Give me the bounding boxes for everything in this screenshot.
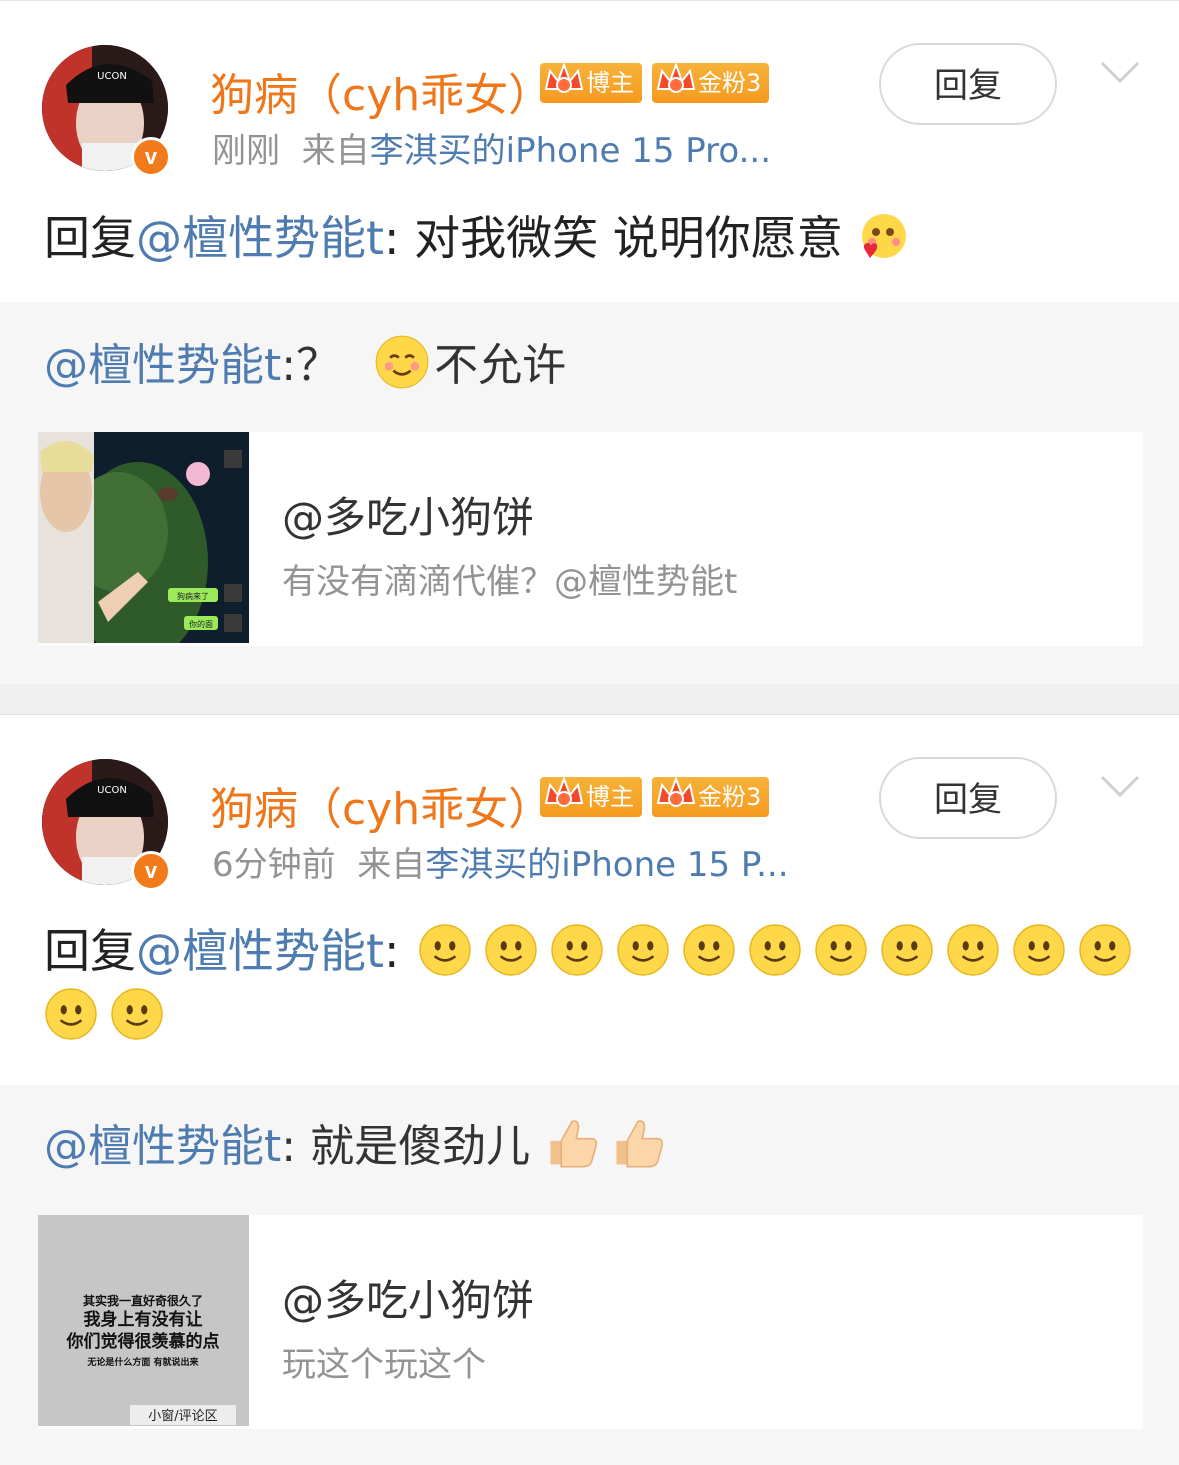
divider xyxy=(0,684,1179,715)
blogger-badge[interactable]: 博主 xyxy=(540,776,642,817)
timestamp: 刚刚 xyxy=(212,131,280,171)
link-card[interactable]: 其实我一直好奇很久了 我身上有没有让 你们觉得很羡慕的点 无论是什么方面 有就说… xyxy=(38,1215,1143,1429)
card-thumbnail: 其实我一直好奇很久了 我身上有没有让 你们觉得很羡慕的点 无论是什么方面 有就说… xyxy=(38,1215,249,1426)
post-meta: 6分钟前 来自李淇买的iPhone 15 P... xyxy=(212,837,789,886)
verified-icon: v xyxy=(131,851,171,891)
source-prefix: 来自 xyxy=(301,131,370,171)
thumbs-up-icon xyxy=(550,1120,598,1168)
smile-emoji-icon xyxy=(1012,924,1065,976)
crown-icon xyxy=(656,776,696,807)
card-description: 玩这个玩这个 xyxy=(282,1345,486,1385)
username[interactable]: 狗病（cyh乖女） xyxy=(210,773,552,837)
smile-emoji-icon xyxy=(616,924,669,976)
card-description: 有没有滴滴代催？@檀性势能t xyxy=(282,562,738,602)
source-prefix: 来自 xyxy=(357,845,426,885)
post-2: UCON v 狗病（cyh乖女） 博主 金粉3 6分钟前 来自李淇买的iPhon… xyxy=(0,715,1179,1085)
verified-icon: v xyxy=(131,137,171,177)
comment-body: 回复@檀性势能t: 对我微笑 说明你愿意 xyxy=(44,206,923,270)
svg-text:小窗/评论区: 小窗/评论区 xyxy=(148,1408,217,1424)
crown-icon xyxy=(544,776,584,807)
username[interactable]: 狗病（cyh乖女） xyxy=(210,59,552,123)
svg-text:UCON: UCON xyxy=(97,785,127,796)
crown-icon xyxy=(544,62,584,93)
smile-emoji-icon xyxy=(375,335,429,389)
quoted-comment-2: @檀性势能t: 就是傻劲儿 其实我一直好奇很久了 我身上有没有让 你们觉得很羡慕… xyxy=(0,1085,1179,1465)
smile-emoji-icon xyxy=(418,924,471,976)
mention-link[interactable]: @檀性势能t xyxy=(136,211,384,265)
fan-badge[interactable]: 金粉3 xyxy=(652,62,770,103)
svg-text:无论是什么方面 有就说出来: 无论是什么方面 有就说出来 xyxy=(86,1356,199,1368)
post-1: UCON v 狗病（cyh乖女） 博主 金粉3 刚刚 来自李淇买的iPhone … xyxy=(0,0,1179,303)
smile-emoji-icon xyxy=(748,924,801,976)
svg-text:狗病来了: 狗病来了 xyxy=(177,591,209,601)
thumbs-up-icon xyxy=(616,1120,664,1168)
chevron-down-icon[interactable] xyxy=(1100,771,1140,801)
blogger-badge[interactable]: 博主 xyxy=(540,62,642,103)
source-device[interactable]: 李淇买的iPhone 15 P... xyxy=(425,845,788,885)
reply-button[interactable]: 回复 xyxy=(879,757,1057,839)
mention-link[interactable]: @檀性势能t xyxy=(136,924,384,978)
comment-body: 回复@檀性势能t: xyxy=(44,919,1144,1047)
smile-emoji-icon xyxy=(814,924,867,976)
fan-badge[interactable]: 金粉3 xyxy=(652,776,770,817)
svg-text:其实我一直好奇很久了: 其实我一直好奇很久了 xyxy=(83,1293,203,1308)
smile-emoji-icon xyxy=(1078,924,1131,976)
svg-text:你们觉得很羡慕的点: 你们觉得很羡慕的点 xyxy=(66,1331,220,1352)
svg-text:你的面: 你的面 xyxy=(189,619,213,629)
mention-link[interactable]: @檀性势能t xyxy=(44,1121,281,1172)
quote-text: @檀性势能t: 就是傻劲儿 xyxy=(44,1115,680,1177)
smile-emoji-icon xyxy=(550,924,603,976)
smile-emoji-icon xyxy=(682,924,735,976)
smile-emoji-icon xyxy=(880,924,933,976)
timestamp: 6分钟前 xyxy=(212,845,336,885)
post-meta: 刚刚 来自李淇买的iPhone 15 Pro... xyxy=(212,123,771,172)
smile-emoji-icon xyxy=(484,924,537,976)
card-title: @多吃小狗饼 xyxy=(282,1276,535,1325)
card-title: @多吃小狗饼 xyxy=(282,493,535,542)
chevron-down-icon[interactable] xyxy=(1100,57,1140,87)
source-device[interactable]: 李淇买的iPhone 15 Pro... xyxy=(370,131,771,171)
crown-icon xyxy=(656,62,696,93)
blush-heart-emoji-icon xyxy=(862,214,907,258)
mention-link[interactable]: @檀性势能t xyxy=(44,340,281,391)
quote-text: @檀性势能t:？ 不允许 xyxy=(44,334,566,396)
smile-emoji-icon xyxy=(45,988,97,1040)
smile-emoji-icon xyxy=(111,988,163,1040)
card-thumbnail: 狗病来了 你的面 xyxy=(38,432,249,643)
quoted-comment-1: @檀性势能t:？ 不允许 狗病来了 你的面 @多吃小狗饼 有没有滴滴代催？@檀性… xyxy=(0,302,1179,684)
smile-emoji-icon xyxy=(946,924,999,976)
link-card[interactable]: 狗病来了 你的面 @多吃小狗饼 有没有滴滴代催？@檀性势能t xyxy=(38,432,1143,646)
reply-button[interactable]: 回复 xyxy=(879,43,1057,125)
svg-text:我身上有没有让: 我身上有没有让 xyxy=(84,1309,203,1330)
svg-text:UCON: UCON xyxy=(97,71,127,82)
